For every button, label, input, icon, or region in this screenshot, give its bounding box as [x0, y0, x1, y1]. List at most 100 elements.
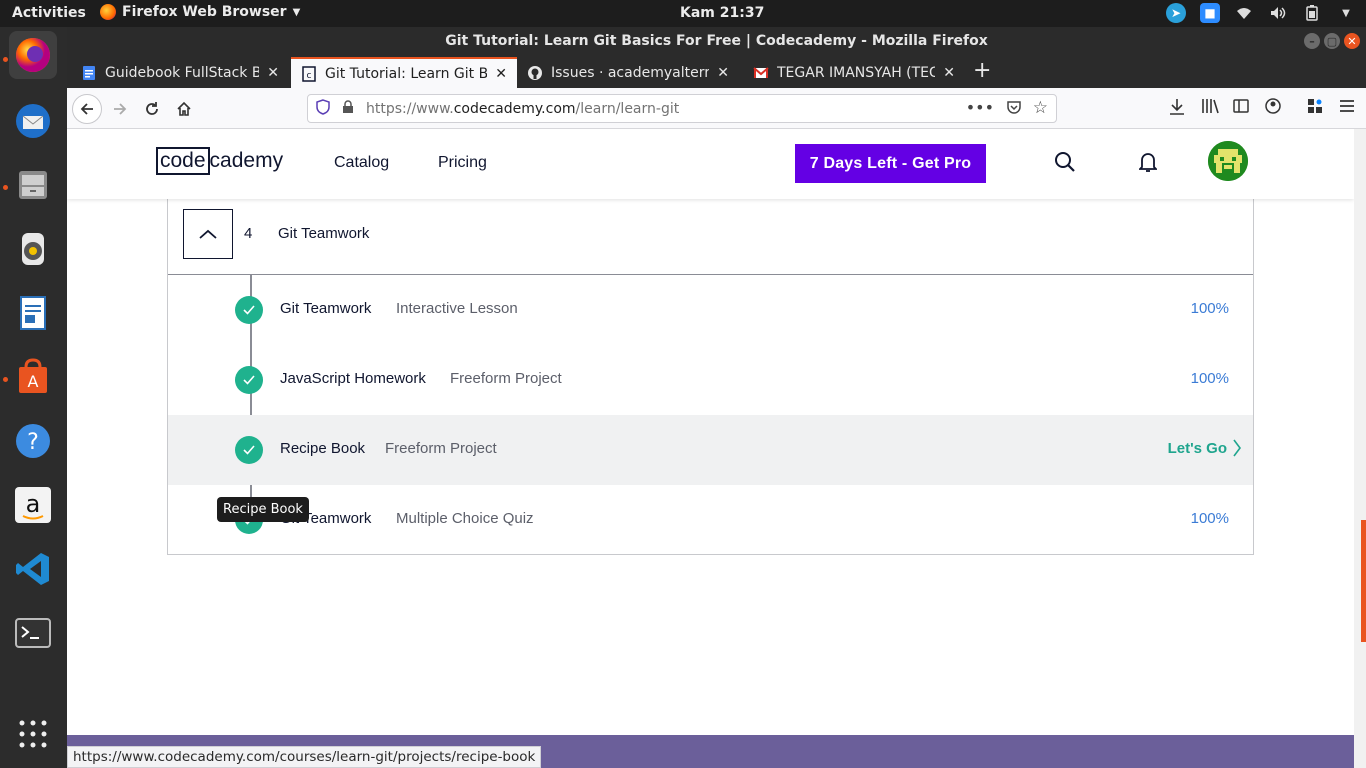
- maximize-button[interactable]: ▢: [1324, 33, 1340, 49]
- module-title: Git Teamwork: [278, 225, 370, 242]
- dock-amazon[interactable]: a: [9, 481, 57, 529]
- shield-icon[interactable]: [316, 98, 330, 119]
- check-icon: [235, 366, 263, 394]
- item-progress: 100%: [1190, 300, 1229, 317]
- tab-title: Issues · academyalterra/: [551, 64, 710, 81]
- shopping-bag-icon: A: [19, 358, 47, 393]
- sidebar-icon[interactable]: [1233, 98, 1249, 118]
- close-tab-icon[interactable]: ✕: [267, 65, 279, 81]
- check-icon: [235, 296, 263, 324]
- page-actions-icon[interactable]: •••: [966, 98, 994, 117]
- nav-catalog[interactable]: Catalog: [334, 154, 389, 172]
- bookmark-star-icon[interactable]: ☆: [1033, 98, 1048, 118]
- module-item-row[interactable]: Git Teamwork Interactive Lesson 100%: [168, 275, 1253, 345]
- item-progress: 100%: [1190, 370, 1229, 387]
- chevron-up-icon: [199, 229, 217, 239]
- codecademy-logo[interactable]: code cademy: [156, 147, 283, 175]
- navigation-toolbar: https://www.codecademy.com/learn/learn-g…: [67, 88, 1366, 129]
- dock-rhythmbox[interactable]: [9, 225, 57, 273]
- downloads-icon[interactable]: [1169, 98, 1185, 120]
- search-icon[interactable]: [1054, 151, 1076, 177]
- codecademy-icon: c: [302, 65, 316, 82]
- item-name[interactable]: Recipe Book: [280, 440, 365, 457]
- lets-go-label: Let's Go: [1167, 439, 1227, 457]
- show-applications-button[interactable]: [9, 710, 57, 758]
- document-icon: [20, 296, 46, 330]
- avatar[interactable]: [1208, 141, 1248, 181]
- menu-icon[interactable]: [1339, 98, 1355, 117]
- telegram-icon[interactable]: ➤: [1166, 3, 1186, 23]
- back-button[interactable]: [72, 94, 102, 124]
- svg-text:A: A: [28, 372, 39, 391]
- new-tab-button[interactable]: +: [973, 58, 991, 83]
- status-bar-url: https://www.codecademy.com/courses/learn…: [67, 746, 542, 768]
- dock-writer[interactable]: [9, 289, 57, 337]
- tab-title: TEGAR IMANSYAH (TEGA: [777, 64, 936, 81]
- item-name[interactable]: JavaScript Homework: [280, 370, 426, 387]
- module-item-row[interactable]: Git Teamwork Multiple Choice Quiz 100%: [168, 485, 1253, 555]
- close-tab-icon[interactable]: ✕: [717, 65, 729, 81]
- dock-help[interactable]: ?: [9, 417, 57, 465]
- module-item-row[interactable]: JavaScript Homework Freeform Project 100…: [168, 345, 1253, 415]
- app-menu[interactable]: Firefox Web Browser ▼: [100, 4, 300, 20]
- dock-terminal[interactable]: [9, 609, 57, 657]
- lets-go-link[interactable]: Let's Go: [1168, 439, 1241, 457]
- battery-icon[interactable]: [1302, 3, 1322, 23]
- system-menu-chevron-icon[interactable]: ▼: [1336, 3, 1356, 23]
- zoom-icon[interactable]: ■: [1200, 3, 1220, 23]
- reload-button[interactable]: [137, 94, 167, 124]
- scrollbar-track[interactable]: [1354, 129, 1366, 768]
- tab-title: Git Tutorial: Learn Git Ba: [325, 65, 488, 82]
- account-icon[interactable]: [1265, 98, 1281, 118]
- get-pro-button[interactable]: 7 Days Left - Get Pro: [795, 144, 986, 183]
- dock-thunderbird[interactable]: [9, 97, 57, 145]
- svg-text:a: a: [26, 490, 41, 518]
- dock-software[interactable]: A: [9, 353, 57, 401]
- github-icon: [528, 65, 542, 80]
- close-tab-icon[interactable]: ✕: [943, 65, 955, 81]
- wifi-icon[interactable]: [1234, 3, 1254, 23]
- item-type: Freeform Project: [450, 370, 562, 387]
- collapse-module-button[interactable]: [183, 209, 233, 259]
- tab-issues[interactable]: Issues · academyalterra/ ✕: [517, 57, 739, 88]
- window-title-bar[interactable]: Git Tutorial: Learn Git Basics For Free …: [67, 27, 1366, 55]
- item-name[interactable]: Git Teamwork: [280, 300, 371, 317]
- file-cabinet-icon: [19, 171, 47, 199]
- tooltip: Recipe Book: [217, 497, 309, 522]
- lock-icon[interactable]: [342, 99, 356, 118]
- google-docs-icon: [83, 65, 95, 80]
- chevron-right-icon: [1233, 439, 1241, 457]
- dock-vscode[interactable]: [9, 545, 57, 593]
- bell-icon[interactable]: [1137, 151, 1159, 177]
- speaker-icon: [22, 233, 44, 265]
- item-type: Freeform Project: [385, 440, 497, 457]
- nav-pricing[interactable]: Pricing: [438, 154, 487, 172]
- dock: A ? a: [0, 27, 67, 768]
- volume-icon[interactable]: [1268, 3, 1288, 23]
- close-window-button[interactable]: ✕: [1344, 33, 1360, 49]
- minimize-button[interactable]: –: [1304, 33, 1320, 49]
- tab-guidebook[interactable]: Guidebook FullStack Bat ✕: [71, 57, 289, 88]
- arrow-left-icon: [80, 103, 93, 115]
- tab-git-tutorial[interactable]: c Git Tutorial: Learn Git Ba ✕: [291, 57, 517, 88]
- system-tray: ➤ ■ ▼: [1166, 3, 1356, 23]
- module-item-row[interactable]: Recipe Book Freeform Project Let's Go: [168, 415, 1253, 485]
- library-icon[interactable]: [1201, 98, 1219, 118]
- tab-gmail[interactable]: TEGAR IMANSYAH (TEGA ✕: [743, 57, 965, 88]
- scrollbar-thumb[interactable]: [1361, 520, 1366, 642]
- forward-button[interactable]: [105, 94, 135, 124]
- activities-button[interactable]: Activities: [12, 5, 86, 21]
- home-icon: [177, 101, 191, 116]
- vscode-icon: [16, 553, 49, 585]
- svg-text:c: c: [307, 71, 312, 81]
- extensions-icon[interactable]: [1307, 98, 1323, 118]
- pocket-icon[interactable]: [1006, 99, 1022, 119]
- dock-firefox[interactable]: [9, 31, 57, 79]
- home-button[interactable]: [169, 94, 199, 124]
- gmail-icon: [753, 66, 769, 78]
- clock[interactable]: Kam 21:37: [680, 5, 764, 21]
- dock-files[interactable]: [9, 161, 57, 209]
- reload-icon: [146, 102, 158, 115]
- url-bar[interactable]: https://www.codecademy.com/learn/learn-g…: [307, 94, 1057, 123]
- close-tab-icon[interactable]: ✕: [495, 66, 507, 82]
